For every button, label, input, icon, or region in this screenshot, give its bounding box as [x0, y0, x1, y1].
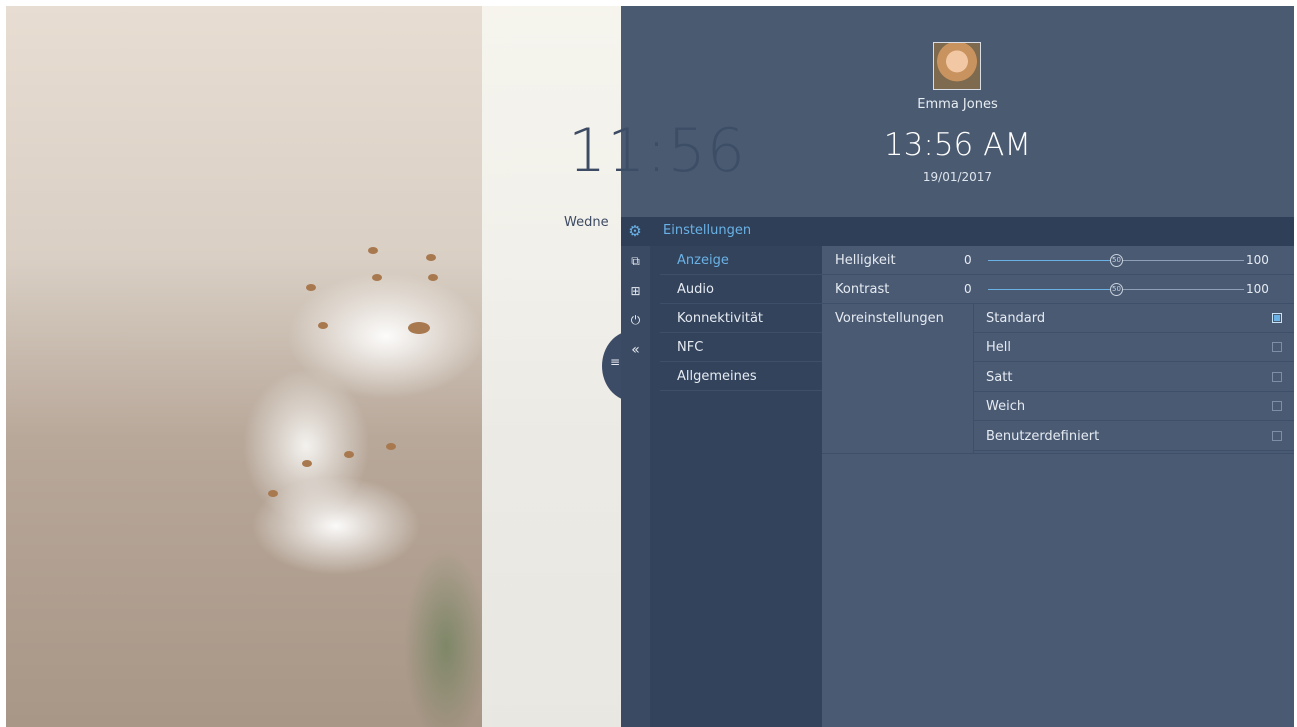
lock-screen-day: Wedne	[564, 215, 609, 230]
contrast-row: Kontrast 0 50 100	[822, 275, 1294, 304]
lock-screen-overlay	[482, 6, 621, 727]
power-icon[interactable]: ⏻	[621, 311, 650, 329]
contrast-slider-thumb[interactable]: 50	[1110, 283, 1123, 296]
gear-icon[interactable]: ⚙	[626, 222, 644, 240]
menu-item-allgemeines[interactable]: Allgemeines	[660, 362, 822, 391]
menu-item-nfc[interactable]: NFC	[660, 333, 822, 362]
avatar[interactable]	[933, 42, 981, 90]
preset-label: Benutzerdefiniert	[986, 429, 1100, 444]
collapse-icon[interactable]: «	[621, 341, 650, 359]
screen: 11:56 Wedne ≡ Emma Jones 13:56 AM 19/01/…	[6, 6, 1294, 727]
preset-checkbox[interactable]	[1272, 401, 1282, 411]
presets-label: Voreinstellungen	[835, 311, 944, 326]
preset-checkbox[interactable]	[1272, 342, 1282, 352]
settings-panel: Emma Jones 13:56 AM 19/01/2017 ⚙ Einstel…	[621, 6, 1294, 727]
preset-label: Satt	[986, 370, 1013, 385]
menu-icon: ≡	[610, 355, 621, 369]
presets-list: Standard Hell Satt Weich Benutzerdefinie…	[973, 304, 1294, 453]
preset-label: Standard	[986, 311, 1046, 326]
brightness-slider-thumb[interactable]: 50	[1110, 254, 1123, 267]
preset-label: Hell	[986, 340, 1011, 355]
contrast-slider[interactable]: 50	[988, 283, 1244, 296]
screen-settings-icon[interactable]: ⊞	[621, 282, 650, 300]
preset-checkbox[interactable]	[1272, 372, 1282, 382]
contrast-label: Kontrast	[835, 282, 890, 297]
profile-header: Emma Jones 13:56 AM 19/01/2017	[621, 6, 1294, 217]
display-settings-content: Helligkeit 0 50 100 Kontrast 0 50 100 Vo…	[822, 246, 1294, 727]
preset-label: Weich	[986, 399, 1026, 414]
menu-item-konnektivitaet[interactable]: Konnektivität	[660, 304, 822, 333]
brightness-min: 0	[964, 253, 972, 267]
preset-weich[interactable]: Weich	[974, 392, 1294, 421]
contrast-max: 100	[1246, 282, 1269, 296]
brightness-label: Helligkeit	[835, 253, 896, 268]
menu-item-audio[interactable]: Audio	[660, 275, 822, 304]
current-time: 13:56 AM	[883, 127, 1032, 163]
settings-menu: Anzeige Audio Konnektivität NFC Allgemei…	[650, 246, 822, 727]
display-settings-icon[interactable]: ⧉	[621, 252, 650, 270]
slider-track-rest	[1123, 260, 1244, 261]
user-name: Emma Jones	[917, 97, 998, 112]
contrast-min: 0	[964, 282, 972, 296]
icon-rail: ⧉ ⊞ ⏻ «	[621, 246, 650, 727]
slider-track-rest	[1123, 289, 1244, 290]
menu-item-anzeige[interactable]: Anzeige	[660, 246, 822, 275]
preset-satt[interactable]: Satt	[974, 363, 1294, 392]
preset-benutzerdefiniert[interactable]: Benutzerdefiniert	[974, 422, 1294, 451]
settings-header: ⚙ Einstellungen	[621, 217, 1294, 246]
preset-hell[interactable]: Hell	[974, 333, 1294, 362]
preset-checkbox[interactable]	[1272, 313, 1282, 323]
preset-checkbox[interactable]	[1272, 431, 1282, 441]
preset-standard[interactable]: Standard	[974, 304, 1294, 333]
current-date: 19/01/2017	[922, 170, 993, 184]
brightness-max: 100	[1246, 253, 1269, 267]
settings-title: Einstellungen	[663, 223, 752, 238]
brightness-slider[interactable]: 50	[988, 254, 1244, 267]
brightness-row: Helligkeit 0 50 100	[822, 246, 1294, 275]
